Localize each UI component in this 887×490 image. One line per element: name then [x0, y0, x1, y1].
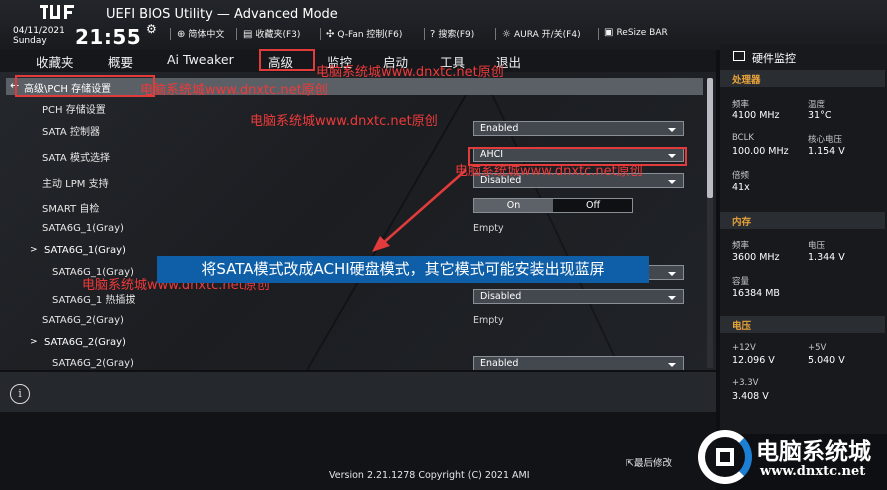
- badge-name: 电脑系统城: [756, 439, 871, 465]
- logo-square-icon: [716, 448, 734, 466]
- instruction-banner: 将SATA模式改成ACHI硬盘模式，其它模式可能安装出现蓝屏: [157, 256, 649, 283]
- site-logo-badge: 电脑系统城 www.dnxtc.net: [686, 426, 887, 490]
- badge-url: www.dnxtc.net: [760, 464, 866, 479]
- red-pointer-arrow: [372, 169, 467, 252]
